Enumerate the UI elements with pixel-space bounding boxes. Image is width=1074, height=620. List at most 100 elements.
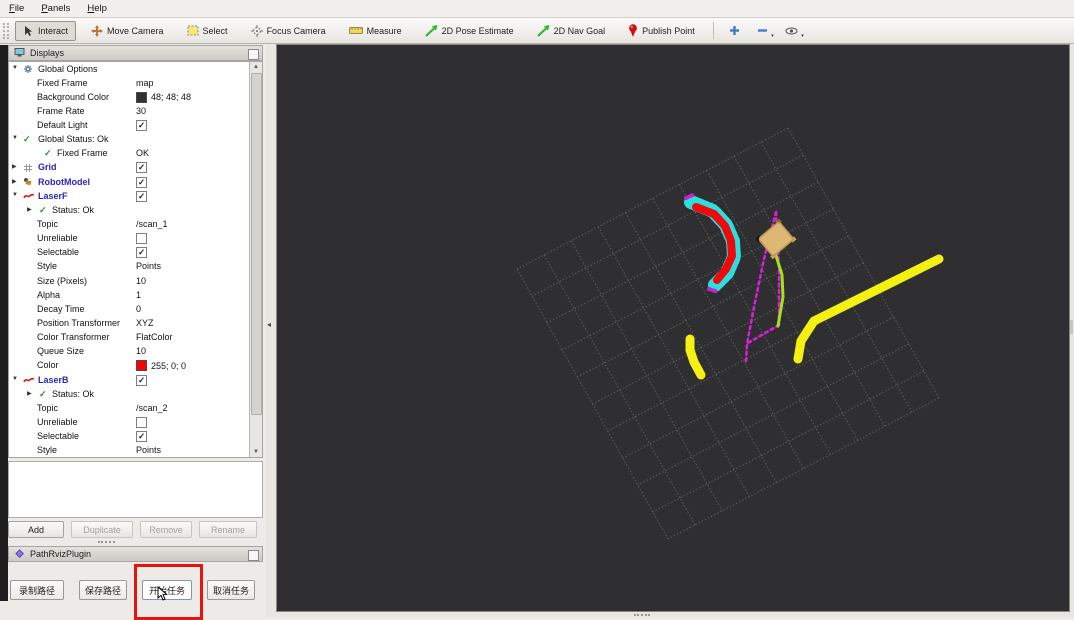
property-value[interactable]: 10 [136,276,146,286]
tree-row[interactable]: Topic/scan_2 [9,401,262,415]
checkbox-checked[interactable]: ✓ [136,190,147,202]
checkbox-checked[interactable]: ✓ [136,247,147,259]
tree-row[interactable]: ✓ Fixed Frame OK [9,147,262,161]
tree-row[interactable]: Color Transformer FlatColor [9,331,262,345]
property-value[interactable]: 255; 0; 0 [151,361,186,371]
measure-tool[interactable]: Measure [341,22,410,40]
menu-panels[interactable]: Panels [41,3,70,14]
expand-right-icon[interactable]: ▶ [27,206,32,213]
color-swatch[interactable] [136,360,147,372]
expand-down-icon[interactable]: ▼ [12,135,18,141]
displays-tree[interactable]: ▼ Global Options Fixed Frame map Background … [8,61,263,458]
plugin-button-2[interactable]: 保存路径 [79,580,127,600]
displays-panel-header[interactable]: Displays [8,45,263,61]
checkbox-checked[interactable]: ✓ [136,374,147,386]
grid-line [531,154,804,297]
property-value[interactable]: /scan_2 [136,403,168,413]
expand-right-icon[interactable]: ▶ [12,178,17,185]
expand-down-icon[interactable]: ▼ [12,65,18,71]
tree-row[interactable]: ▼ LaserF ✓ [9,189,262,203]
expand-right-icon[interactable]: ▶ [27,390,32,397]
tree-row[interactable]: Alpha 1 [9,288,262,302]
tree-row[interactable]: Unreliable [9,232,262,246]
tree-row[interactable]: ▶ RobotModel ✓ [9,175,262,189]
scroll-up-icon[interactable]: ▲ [250,64,262,70]
add-display-button[interactable]: Add [8,521,64,538]
pose-estimate-tool[interactable]: 2D Pose Estimate [417,21,522,41]
publish-point-tool[interactable]: Publish Point [620,20,703,41]
property-value[interactable]: map [136,78,154,88]
remove-tool-button[interactable]: ▾ [751,23,774,39]
interact-tool[interactable]: Interact [15,20,77,41]
property-value[interactable]: 30 [136,106,146,116]
scrollbar-thumb[interactable] [251,73,262,415]
tree-row[interactable]: ▶ ✓ Status: Ok [9,387,262,401]
focus-camera-tool[interactable]: Focus Camera [243,21,334,41]
menu-file[interactable]: File [9,3,24,14]
property-value[interactable]: 48; 48; 48 [151,92,191,102]
scroll-down-icon[interactable]: ▼ [250,449,262,455]
property-value[interactable]: 0 [136,304,141,314]
checkbox-checked[interactable]: ✓ [136,176,147,188]
tool-label: Select [202,25,228,36]
tree-row[interactable]: ▶ Grid ✓ [9,161,262,175]
property-value[interactable]: 1 [136,290,141,300]
tree-row[interactable]: Color 255; 0; 0 [9,359,262,373]
select-tool[interactable]: Select [179,21,236,40]
plugin-button-4[interactable]: 取消任务 [207,580,255,600]
tool-properties-button[interactable]: ▾ [779,24,804,39]
checkbox-checked[interactable]: ✓ [136,162,147,174]
tree-row[interactable]: Style Points [9,260,262,274]
tree-row[interactable]: Selectable ✓ [9,246,262,260]
property-value[interactable]: FlatColor [136,332,173,342]
tree-row[interactable]: ▶ ✓ Status: Ok [9,203,262,217]
tree-row[interactable]: ▼ ✓ Global Status: Ok [9,133,262,147]
tree-row[interactable]: ▼ LaserB ✓ [9,373,262,387]
right-splitter-handle[interactable] [1070,320,1073,334]
nav-goal-tool[interactable]: 2D Nav Goal [529,21,614,41]
displays-tree-scrollbar[interactable]: ▲ ▼ [249,62,262,457]
bottom-splitter-handle[interactable] [634,614,650,616]
expand-down-icon[interactable]: ▼ [12,376,18,382]
tree-row[interactable]: Frame Rate 30 [9,104,262,118]
plugin-button-1[interactable]: 录制路径 [10,580,64,600]
property-value[interactable]: Points [136,445,161,455]
plugin-button-3[interactable]: 开始任务 [142,580,192,600]
plugin-panel-header[interactable]: PathRvizPlugin [8,546,263,562]
displays-float-button[interactable] [248,49,259,60]
tree-row[interactable]: Unreliable [9,416,262,430]
property-value[interactable]: 10 [136,346,146,356]
check-icon: ✓ [23,134,31,145]
toolbar-grip-handle[interactable] [3,22,9,39]
checkbox-unchecked[interactable] [136,417,147,429]
expand-right-icon[interactable]: ▶ [12,163,17,170]
property-value[interactable]: Points [136,261,161,271]
tree-row[interactable]: Default Light ✓ [9,119,262,133]
tree-row[interactable]: Queue Size 10 [9,345,262,359]
checkbox-checked[interactable]: ✓ [136,431,147,443]
render-view-3d[interactable] [276,44,1070,612]
property-value[interactable]: OK [136,148,149,158]
tree-row[interactable]: ▼ Global Options [9,62,262,76]
tree-row[interactable]: Decay Time 0 [9,302,262,316]
plugin-float-button[interactable] [248,550,259,561]
add-tool-button[interactable] [723,23,746,38]
tree-row[interactable]: Size (Pixels) 10 [9,274,262,288]
checkbox-checked[interactable]: ✓ [136,120,147,132]
expand-down-icon[interactable]: ▼ [12,192,18,198]
property-value[interactable]: /scan_1 [136,219,168,229]
tree-row[interactable]: Topic/scan_1 [9,218,262,232]
menu-help[interactable]: Help [87,3,107,14]
panel-splitter-handle[interactable] [98,541,115,543]
tree-row[interactable]: Selectable ✓ [9,430,262,444]
checkbox-unchecked[interactable] [136,233,147,245]
color-swatch[interactable] [136,91,147,103]
tree-row[interactable]: Fixed Frame map [9,76,262,90]
move-camera-tool[interactable]: Move Camera [83,21,172,41]
dock-collapse-icon[interactable]: ◂ [267,320,271,329]
tree-row[interactable]: Position Transformer XYZ [9,317,262,331]
property-label: Style [37,445,58,456]
tree-row[interactable]: Style Points [9,444,262,457]
property-value[interactable]: XYZ [136,318,154,328]
tree-row[interactable]: Background Color 48; 48; 48 [9,90,262,104]
